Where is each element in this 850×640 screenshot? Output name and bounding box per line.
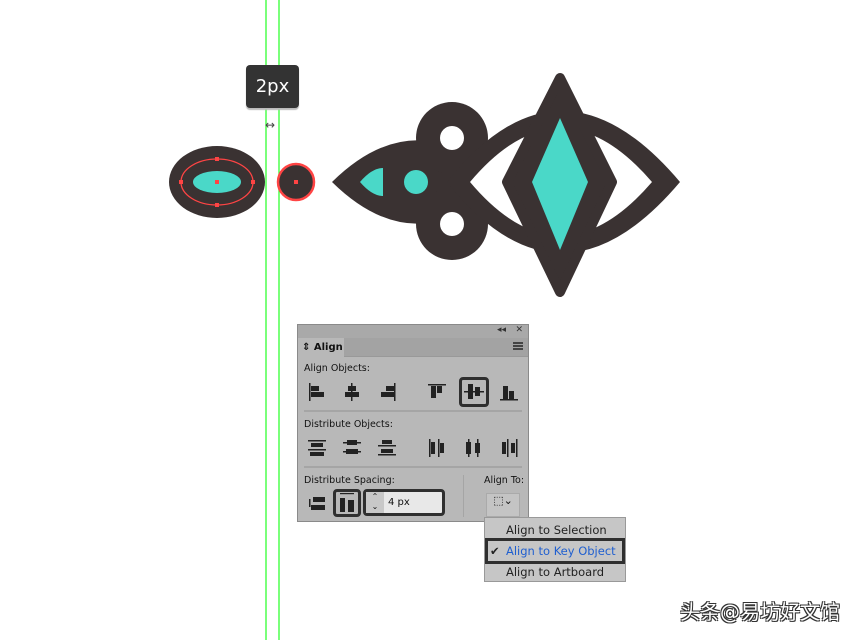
align-objects-label: Align Objects: bbox=[304, 363, 370, 374]
spinner-arrows-icon[interactable]: ⌃ ⌄ bbox=[366, 492, 384, 513]
vertical-align-top-icon[interactable] bbox=[426, 381, 448, 403]
menu-item-align-to-key-object[interactable]: ✔ Align to Key Object bbox=[485, 538, 625, 564]
panel-menu-icon[interactable] bbox=[513, 342, 523, 350]
align-panel: ◂◂ ✕ ⇕ Align Align Objects: Distribute Ob… bbox=[297, 324, 529, 522]
distribute-objects-label: Distribute Objects: bbox=[304, 419, 393, 430]
vertical-align-center-button[interactable] bbox=[459, 377, 489, 407]
horizontal-align-right-icon[interactable] bbox=[376, 381, 398, 403]
key-object-icon: ⬚ bbox=[493, 494, 504, 507]
spacing-input[interactable]: ⌃ ⌄ 4 px bbox=[363, 489, 445, 516]
measure-arrow-icon: ↔ bbox=[265, 118, 275, 132]
horizontal-align-center-icon[interactable] bbox=[341, 381, 363, 403]
measure-tooltip: 2px bbox=[246, 65, 299, 108]
align-to-label: Align To: bbox=[484, 475, 525, 486]
collapse-icon[interactable]: ◂◂ bbox=[497, 325, 506, 335]
tab-toggle-icon: ⇕ bbox=[302, 342, 314, 353]
vertical-distribute-top-icon[interactable] bbox=[306, 437, 328, 459]
horizontal-align-left-icon[interactable] bbox=[306, 381, 328, 403]
checkmark-icon: ✔ bbox=[490, 544, 500, 558]
horizontal-distribute-left-icon[interactable] bbox=[426, 437, 448, 459]
close-icon[interactable]: ✕ bbox=[515, 325, 523, 335]
menu-item-align-to-artboard[interactable]: Align to Artboard bbox=[485, 562, 625, 584]
horizontal-distribute-space-button[interactable] bbox=[333, 489, 361, 517]
watermark: 头条@易坊好文馆 bbox=[680, 600, 840, 624]
vertical-align-bottom-icon[interactable] bbox=[498, 381, 520, 403]
eye-icon-artwork[interactable] bbox=[332, 73, 680, 297]
align-to-dropdown[interactable]: ⬚⌄ bbox=[486, 493, 520, 517]
horizontal-distribute-right-icon[interactable] bbox=[498, 437, 520, 459]
tab-align[interactable]: ⇕ Align bbox=[298, 338, 344, 357]
chevron-down-icon: ⌄ bbox=[503, 494, 513, 507]
horizontal-distribute-center-icon[interactable] bbox=[462, 437, 484, 459]
vertical-distribute-space-icon[interactable] bbox=[306, 493, 328, 515]
vertical-distribute-center-icon[interactable] bbox=[341, 437, 363, 459]
artboard[interactable]: ↔ bbox=[0, 0, 850, 640]
align-to-menu: Align to Selection ✔ Align to Key Object … bbox=[484, 517, 626, 582]
small-eye-shape[interactable] bbox=[169, 146, 265, 218]
small-circle-selected[interactable] bbox=[276, 162, 316, 202]
distribute-spacing-label: Distribute Spacing: bbox=[304, 475, 395, 486]
vertical-distribute-bottom-icon[interactable] bbox=[376, 437, 398, 459]
